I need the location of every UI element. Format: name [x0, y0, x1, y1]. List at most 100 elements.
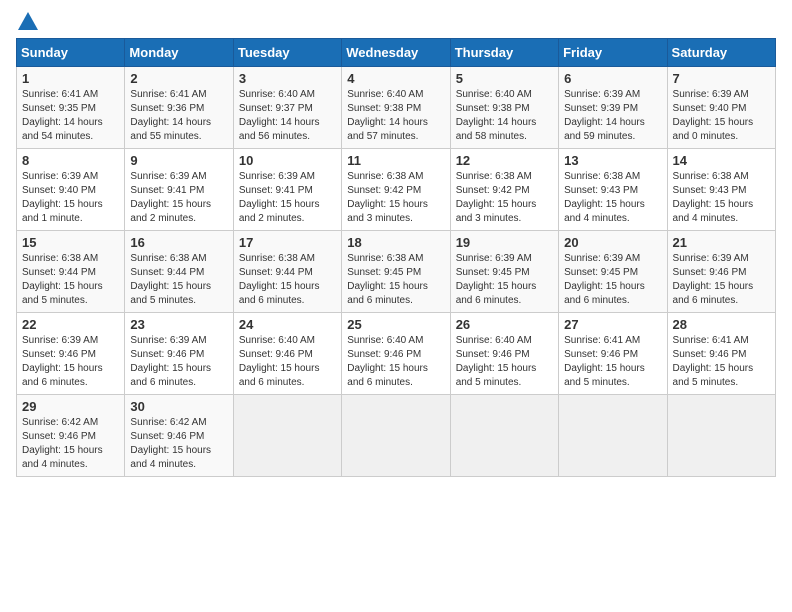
day-info: Sunrise: 6:40 AM Sunset: 9:46 PM Dayligh…	[239, 334, 336, 390]
calendar-cell: 26 Sunrise: 6:40 AM Sunset: 9:46 PM Dayli…	[450, 313, 558, 395]
day-number: 14	[673, 153, 770, 168]
day-number: 6	[564, 71, 661, 86]
calendar-cell: 16 Sunrise: 6:38 AM Sunset: 9:44 PM Dayli…	[125, 231, 233, 313]
day-number: 1	[22, 71, 119, 86]
calendar-cell: 15 Sunrise: 6:38 AM Sunset: 9:44 PM Dayli…	[17, 231, 125, 313]
day-info: Sunrise: 6:39 AM Sunset: 9:46 PM Dayligh…	[22, 334, 119, 390]
weekday-header-friday: Friday	[559, 39, 667, 67]
day-info: Sunrise: 6:38 AM Sunset: 9:44 PM Dayligh…	[239, 252, 336, 308]
calendar-cell: 6 Sunrise: 6:39 AM Sunset: 9:39 PM Daylig…	[559, 67, 667, 149]
calendar-cell	[667, 395, 775, 477]
calendar-cell: 13 Sunrise: 6:38 AM Sunset: 9:43 PM Dayli…	[559, 149, 667, 231]
calendar-week-row: 15 Sunrise: 6:38 AM Sunset: 9:44 PM Dayli…	[17, 231, 776, 313]
day-info: Sunrise: 6:40 AM Sunset: 9:37 PM Dayligh…	[239, 88, 336, 144]
calendar-table: SundayMondayTuesdayWednesdayThursdayFrid…	[16, 38, 776, 477]
day-number: 28	[673, 317, 770, 332]
weekday-header-monday: Monday	[125, 39, 233, 67]
day-number: 19	[456, 235, 553, 250]
day-info: Sunrise: 6:41 AM Sunset: 9:36 PM Dayligh…	[130, 88, 227, 144]
day-info: Sunrise: 6:39 AM Sunset: 9:41 PM Dayligh…	[130, 170, 227, 226]
day-info: Sunrise: 6:40 AM Sunset: 9:46 PM Dayligh…	[347, 334, 444, 390]
day-info: Sunrise: 6:42 AM Sunset: 9:46 PM Dayligh…	[130, 416, 227, 472]
day-info: Sunrise: 6:39 AM Sunset: 9:39 PM Dayligh…	[564, 88, 661, 144]
day-info: Sunrise: 6:38 AM Sunset: 9:43 PM Dayligh…	[673, 170, 770, 226]
calendar-cell: 30 Sunrise: 6:42 AM Sunset: 9:46 PM Dayli…	[125, 395, 233, 477]
calendar-cell: 8 Sunrise: 6:39 AM Sunset: 9:40 PM Daylig…	[17, 149, 125, 231]
logo-triangle-icon	[18, 12, 38, 30]
calendar-week-row: 8 Sunrise: 6:39 AM Sunset: 9:40 PM Daylig…	[17, 149, 776, 231]
calendar-cell: 28Sunrise: 6:41 AM Sunset: 9:46 PM Dayli…	[667, 313, 775, 395]
day-number: 18	[347, 235, 444, 250]
day-info: Sunrise: 6:41 AM Sunset: 9:35 PM Dayligh…	[22, 88, 119, 144]
weekday-header-wednesday: Wednesday	[342, 39, 450, 67]
calendar-cell: 23 Sunrise: 6:39 AM Sunset: 9:46 PM Dayli…	[125, 313, 233, 395]
day-info: Sunrise: 6:38 AM Sunset: 9:45 PM Dayligh…	[347, 252, 444, 308]
weekday-header-thursday: Thursday	[450, 39, 558, 67]
calendar-header-row: SundayMondayTuesdayWednesdayThursdayFrid…	[17, 39, 776, 67]
weekday-header-saturday: Saturday	[667, 39, 775, 67]
day-info: Sunrise: 6:38 AM Sunset: 9:43 PM Dayligh…	[564, 170, 661, 226]
calendar-cell: 27 Sunrise: 6:41 AM Sunset: 9:46 PM Dayli…	[559, 313, 667, 395]
day-info: Sunrise: 6:39 AM Sunset: 9:40 PM Dayligh…	[22, 170, 119, 226]
day-number: 27	[564, 317, 661, 332]
day-info: Sunrise: 6:38 AM Sunset: 9:44 PM Dayligh…	[22, 252, 119, 308]
day-info: Sunrise: 6:39 AM Sunset: 9:41 PM Dayligh…	[239, 170, 336, 226]
calendar-cell: 20Sunrise: 6:39 AM Sunset: 9:45 PM Dayli…	[559, 231, 667, 313]
day-number: 12	[456, 153, 553, 168]
calendar-cell: 11Sunrise: 6:38 AM Sunset: 9:42 PM Dayli…	[342, 149, 450, 231]
day-number: 8	[22, 153, 119, 168]
day-number: 15	[22, 235, 119, 250]
calendar-cell: 18 Sunrise: 6:38 AM Sunset: 9:45 PM Dayli…	[342, 231, 450, 313]
calendar-cell: 19 Sunrise: 6:39 AM Sunset: 9:45 PM Dayli…	[450, 231, 558, 313]
calendar-cell: 2Sunrise: 6:41 AM Sunset: 9:36 PM Daylig…	[125, 67, 233, 149]
day-number: 20	[564, 235, 661, 250]
day-info: Sunrise: 6:38 AM Sunset: 9:42 PM Dayligh…	[456, 170, 553, 226]
day-number: 23	[130, 317, 227, 332]
day-number: 5	[456, 71, 553, 86]
calendar-cell: 3 Sunrise: 6:40 AM Sunset: 9:37 PM Daylig…	[233, 67, 341, 149]
day-info: Sunrise: 6:42 AM Sunset: 9:46 PM Dayligh…	[22, 416, 119, 472]
calendar-cell	[450, 395, 558, 477]
calendar-cell: 25Sunrise: 6:40 AM Sunset: 9:46 PM Dayli…	[342, 313, 450, 395]
day-number: 26	[456, 317, 553, 332]
calendar-cell: 1 Sunrise: 6:41 AM Sunset: 9:35 PM Daylig…	[17, 67, 125, 149]
day-number: 9	[130, 153, 227, 168]
day-number: 4	[347, 71, 444, 86]
day-number: 30	[130, 399, 227, 414]
calendar-cell: 21Sunrise: 6:39 AM Sunset: 9:46 PM Dayli…	[667, 231, 775, 313]
calendar-cell: 10 Sunrise: 6:39 AM Sunset: 9:41 PM Dayli…	[233, 149, 341, 231]
calendar-cell: 17 Sunrise: 6:38 AM Sunset: 9:44 PM Dayli…	[233, 231, 341, 313]
calendar-week-row: 22Sunrise: 6:39 AM Sunset: 9:46 PM Dayli…	[17, 313, 776, 395]
calendar-cell	[559, 395, 667, 477]
calendar-week-row: 29Sunrise: 6:42 AM Sunset: 9:46 PM Dayli…	[17, 395, 776, 477]
calendar-cell: 24Sunrise: 6:40 AM Sunset: 9:46 PM Dayli…	[233, 313, 341, 395]
calendar-cell: 29Sunrise: 6:42 AM Sunset: 9:46 PM Dayli…	[17, 395, 125, 477]
day-info: Sunrise: 6:39 AM Sunset: 9:46 PM Dayligh…	[673, 252, 770, 308]
calendar-cell	[233, 395, 341, 477]
calendar-cell: 4 Sunrise: 6:40 AM Sunset: 9:38 PM Daylig…	[342, 67, 450, 149]
day-number: 10	[239, 153, 336, 168]
day-info: Sunrise: 6:40 AM Sunset: 9:38 PM Dayligh…	[347, 88, 444, 144]
day-info: Sunrise: 6:41 AM Sunset: 9:46 PM Dayligh…	[564, 334, 661, 390]
calendar-cell: 12 Sunrise: 6:38 AM Sunset: 9:42 PM Dayli…	[450, 149, 558, 231]
day-info: Sunrise: 6:39 AM Sunset: 9:40 PM Dayligh…	[673, 88, 770, 144]
calendar-cell: 9 Sunrise: 6:39 AM Sunset: 9:41 PM Daylig…	[125, 149, 233, 231]
day-info: Sunrise: 6:39 AM Sunset: 9:46 PM Dayligh…	[130, 334, 227, 390]
day-info: Sunrise: 6:39 AM Sunset: 9:45 PM Dayligh…	[456, 252, 553, 308]
day-number: 13	[564, 153, 661, 168]
day-number: 16	[130, 235, 227, 250]
logo	[16, 16, 38, 30]
calendar-cell: 14 Sunrise: 6:38 AM Sunset: 9:43 PM Dayli…	[667, 149, 775, 231]
day-info: Sunrise: 6:40 AM Sunset: 9:46 PM Dayligh…	[456, 334, 553, 390]
calendar-cell: 7 Sunrise: 6:39 AM Sunset: 9:40 PM Daylig…	[667, 67, 775, 149]
day-number: 17	[239, 235, 336, 250]
day-number: 3	[239, 71, 336, 86]
page-header	[16, 16, 776, 30]
calendar-cell	[342, 395, 450, 477]
calendar-week-row: 1 Sunrise: 6:41 AM Sunset: 9:35 PM Daylig…	[17, 67, 776, 149]
calendar-cell: 5Sunrise: 6:40 AM Sunset: 9:38 PM Daylig…	[450, 67, 558, 149]
day-info: Sunrise: 6:38 AM Sunset: 9:44 PM Dayligh…	[130, 252, 227, 308]
weekday-header-tuesday: Tuesday	[233, 39, 341, 67]
day-number: 7	[673, 71, 770, 86]
day-info: Sunrise: 6:38 AM Sunset: 9:42 PM Dayligh…	[347, 170, 444, 226]
